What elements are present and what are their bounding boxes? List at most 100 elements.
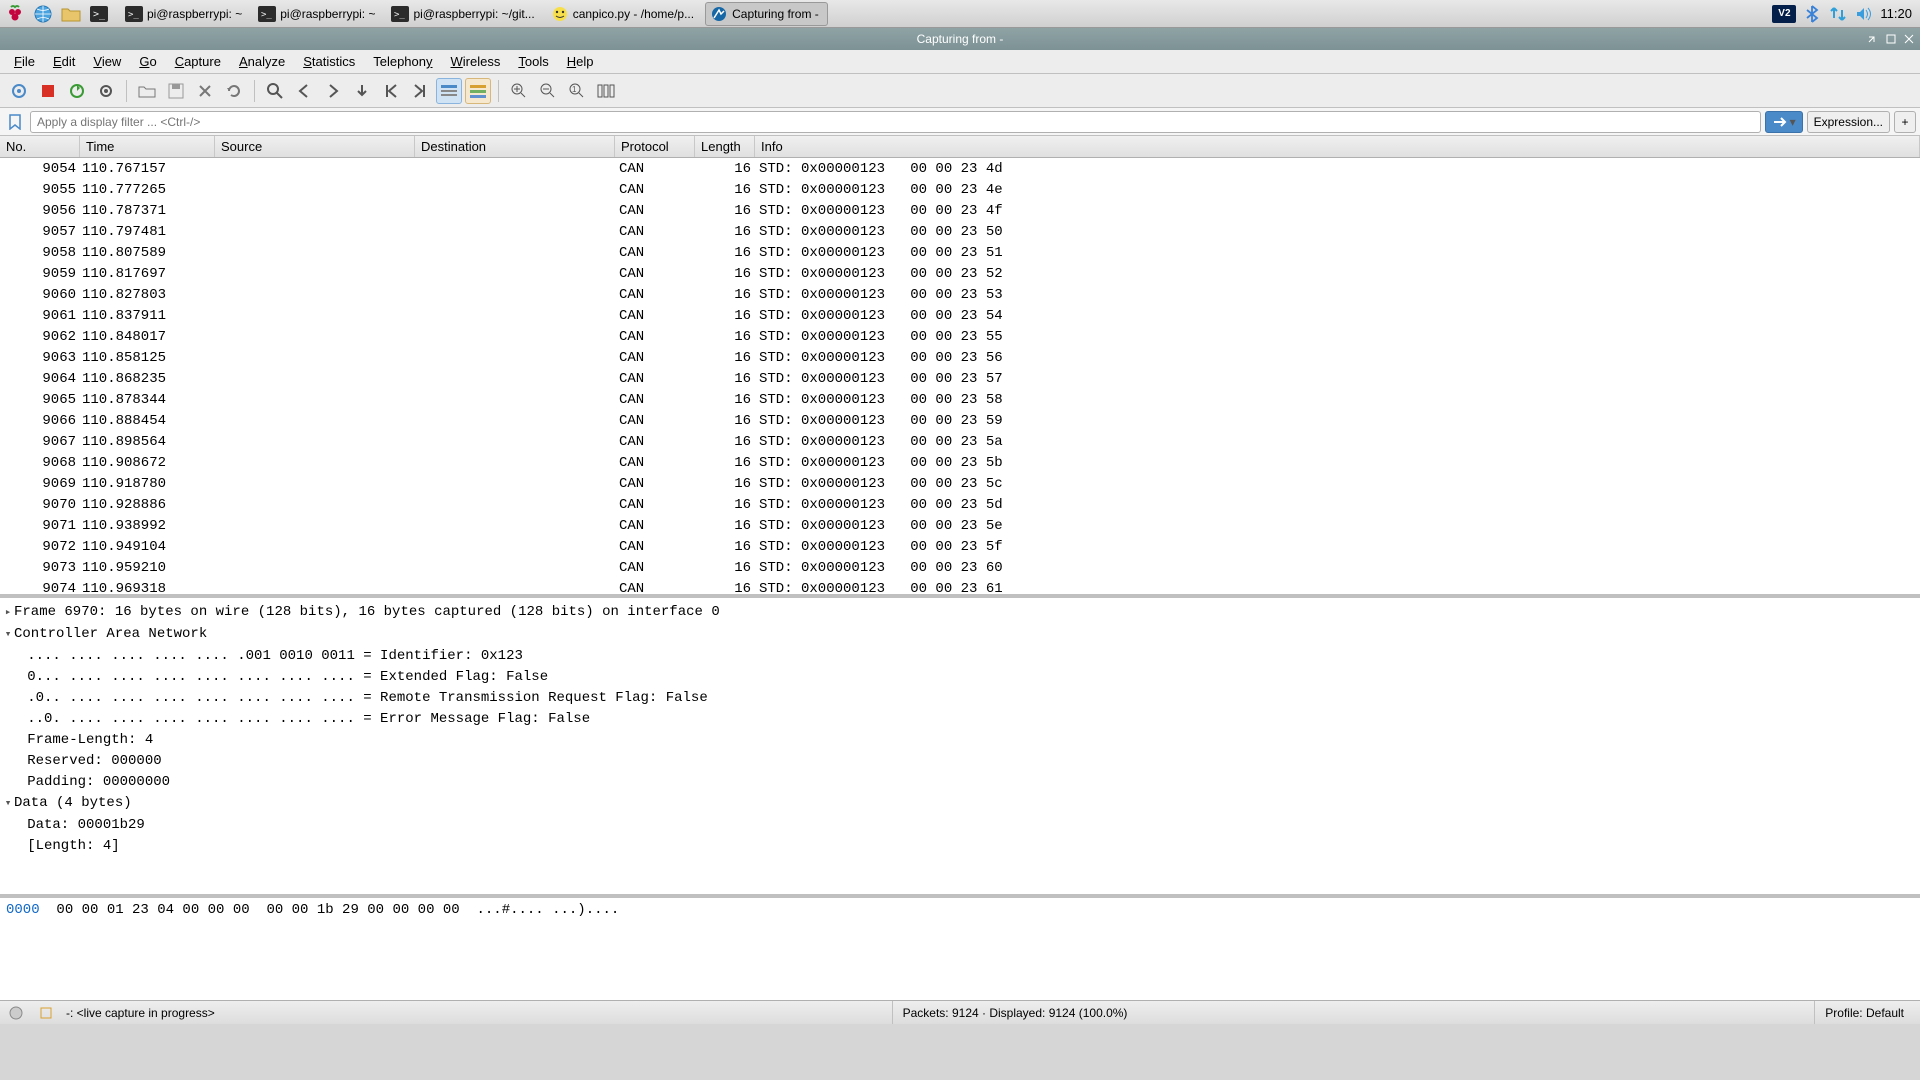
bluetooth-icon[interactable] (1802, 4, 1822, 24)
packet-row[interactable]: 9066110.888454CAN16STD: 0x00000123 00 00… (0, 410, 1920, 431)
go-first-icon[interactable] (378, 78, 404, 104)
start-capture-icon[interactable] (6, 78, 32, 104)
detail-data[interactable]: Data: 00001b29 (2, 815, 1918, 836)
minimize-button[interactable] (1866, 32, 1880, 46)
bookmark-filter-icon[interactable] (4, 111, 26, 133)
collapse-icon[interactable]: ▾ (2, 794, 14, 815)
detail-rtr[interactable]: .0.. .... .... .... .... .... .... .... … (2, 688, 1918, 709)
menu-statistics[interactable]: Statistics (295, 52, 363, 71)
packet-row[interactable]: 9071110.938992CAN16STD: 0x00000123 00 00… (0, 515, 1920, 536)
menu-go[interactable]: Go (131, 52, 164, 71)
zoom-in-icon[interactable] (506, 78, 532, 104)
capture-file-properties-icon[interactable] (36, 1003, 56, 1023)
open-file-icon[interactable] (134, 78, 160, 104)
zoom-reset-icon[interactable]: 1 (564, 78, 590, 104)
column-header-length[interactable]: Length (695, 136, 755, 157)
detail-extended[interactable]: 0... .... .... .... .... .... .... .... … (2, 667, 1918, 688)
web-browser-icon[interactable] (30, 2, 56, 26)
taskbar-window-0[interactable]: >_pi@raspberrypi: ~ (120, 2, 251, 26)
packet-row[interactable]: 9062110.848017CAN16STD: 0x00000123 00 00… (0, 326, 1920, 347)
restart-capture-icon[interactable] (64, 78, 90, 104)
file-manager-icon[interactable] (58, 2, 84, 26)
go-back-icon[interactable] (291, 78, 317, 104)
network-icon[interactable] (1828, 4, 1848, 24)
bytes-ascii[interactable]: ...#.... ...).... (476, 902, 619, 918)
detail-padding[interactable]: Padding: 00000000 (2, 772, 1918, 793)
go-forward-icon[interactable] (320, 78, 346, 104)
packet-row[interactable]: 9054110.767157CAN16STD: 0x00000123 00 00… (0, 158, 1920, 179)
detail-can[interactable]: Controller Area Network (14, 626, 207, 642)
packet-row[interactable]: 9057110.797481CAN16STD: 0x00000123 00 00… (0, 221, 1920, 242)
packet-row[interactable]: 9064110.868235CAN16STD: 0x00000123 00 00… (0, 368, 1920, 389)
reload-icon[interactable] (221, 78, 247, 104)
collapse-icon[interactable]: ▾ (2, 625, 14, 646)
packet-row[interactable]: 9058110.807589CAN16STD: 0x00000123 00 00… (0, 242, 1920, 263)
add-filter-button[interactable]: + (1894, 111, 1916, 133)
zoom-out-icon[interactable] (535, 78, 561, 104)
menu-analyze[interactable]: Analyze (231, 52, 293, 71)
raspberry-menu-icon[interactable] (2, 2, 28, 26)
autoscroll-icon[interactable] (436, 78, 462, 104)
stop-capture-icon[interactable] (35, 78, 61, 104)
maximize-button[interactable] (1884, 32, 1898, 46)
status-profile[interactable]: Profile: Default (1814, 1001, 1914, 1024)
packet-row[interactable]: 9061110.837911CAN16STD: 0x00000123 00 00… (0, 305, 1920, 326)
window-titlebar[interactable]: Capturing from - (0, 28, 1920, 50)
menu-telephony[interactable]: Telephony (365, 52, 440, 71)
colorize-icon[interactable] (465, 78, 491, 104)
expand-icon[interactable]: ▸ (2, 603, 14, 624)
bytes-offset[interactable]: 0000 (6, 902, 40, 918)
detail-frame[interactable]: Frame 6970: 16 bytes on wire (128 bits),… (14, 604, 720, 620)
vnc-icon[interactable]: V2 (1772, 5, 1796, 23)
go-to-packet-icon[interactable] (349, 78, 375, 104)
taskbar-window-4[interactable]: Capturing from - (705, 2, 828, 26)
capture-options-icon[interactable] (93, 78, 119, 104)
detail-length[interactable]: [Length: 4] (2, 836, 1918, 857)
packet-row[interactable]: 9073110.959210CAN16STD: 0x00000123 00 00… (0, 557, 1920, 578)
bytes-hex[interactable]: 00 00 01 23 04 00 00 00 00 00 1b 29 00 0… (40, 902, 477, 918)
packet-row[interactable]: 9074110.969318CAN16STD: 0x00000123 00 00… (0, 578, 1920, 598)
packet-row[interactable]: 9065110.878344CAN16STD: 0x00000123 00 00… (0, 389, 1920, 410)
terminal-launcher-icon[interactable]: >_ (86, 2, 112, 26)
column-header-source[interactable]: Source (215, 136, 415, 157)
column-header-time[interactable]: Time (80, 136, 215, 157)
menu-capture[interactable]: Capture (167, 52, 229, 71)
packet-row[interactable]: 9055110.777265CAN16STD: 0x00000123 00 00… (0, 179, 1920, 200)
close-file-icon[interactable] (192, 78, 218, 104)
menu-tools[interactable]: Tools (510, 52, 556, 71)
resize-columns-icon[interactable] (593, 78, 619, 104)
column-header-info[interactable]: Info (755, 136, 1920, 157)
volume-icon[interactable] (1854, 4, 1874, 24)
find-packet-icon[interactable] (262, 78, 288, 104)
column-header-protocol[interactable]: Protocol (615, 136, 695, 157)
detail-data-header[interactable]: Data (4 bytes) (14, 795, 132, 811)
column-header-destination[interactable]: Destination (415, 136, 615, 157)
packet-bytes-pane[interactable]: 0000 00 00 01 23 04 00 00 00 00 00 1b 29… (0, 898, 1920, 1000)
menu-wireless[interactable]: Wireless (443, 52, 509, 71)
detail-error[interactable]: ..0. .... .... .... .... .... .... .... … (2, 709, 1918, 730)
packet-row[interactable]: 9067110.898564CAN16STD: 0x00000123 00 00… (0, 431, 1920, 452)
taskbar-window-1[interactable]: >_pi@raspberrypi: ~ (253, 2, 384, 26)
packet-row[interactable]: 9068110.908672CAN16STD: 0x00000123 00 00… (0, 452, 1920, 473)
expert-info-icon[interactable] (6, 1003, 26, 1023)
packet-row[interactable]: 9060110.827803CAN16STD: 0x00000123 00 00… (0, 284, 1920, 305)
detail-reserved[interactable]: Reserved: 000000 (2, 751, 1918, 772)
packet-row[interactable]: 9063110.858125CAN16STD: 0x00000123 00 00… (0, 347, 1920, 368)
save-file-icon[interactable] (163, 78, 189, 104)
taskbar-window-2[interactable]: >_pi@raspberrypi: ~/git... (386, 2, 543, 26)
packet-row[interactable]: 9056110.787371CAN16STD: 0x00000123 00 00… (0, 200, 1920, 221)
display-filter-input[interactable] (30, 111, 1761, 133)
go-last-icon[interactable] (407, 78, 433, 104)
menu-file[interactable]: File (6, 52, 43, 71)
packet-row[interactable]: 9059110.817697CAN16STD: 0x00000123 00 00… (0, 263, 1920, 284)
close-button[interactable] (1902, 32, 1916, 46)
clock[interactable]: 11:20 (1880, 6, 1912, 21)
taskbar-window-3[interactable]: canpico.py - /home/p... (546, 2, 703, 26)
packet-list[interactable]: 9054110.767157CAN16STD: 0x00000123 00 00… (0, 158, 1920, 598)
packet-row[interactable]: 9069110.918780CAN16STD: 0x00000123 00 00… (0, 473, 1920, 494)
menu-view[interactable]: View (85, 52, 129, 71)
expression-button[interactable]: Expression... (1807, 111, 1890, 133)
packet-row[interactable]: 9072110.949104CAN16STD: 0x00000123 00 00… (0, 536, 1920, 557)
detail-identifier[interactable]: .... .... .... .... .... .001 0010 0011 … (2, 646, 1918, 667)
apply-filter-button[interactable]: ▾ (1765, 111, 1803, 133)
